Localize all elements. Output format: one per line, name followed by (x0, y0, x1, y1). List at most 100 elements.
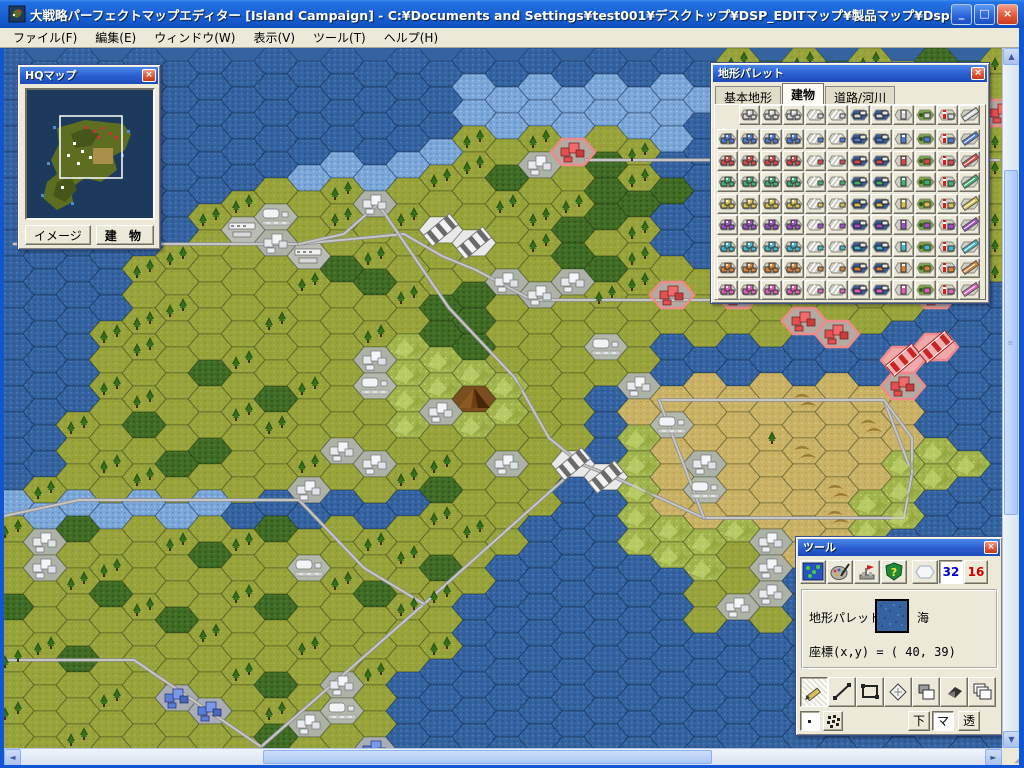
flag-castle-button[interactable] (854, 560, 880, 584)
palette-tile[interactable] (739, 237, 760, 257)
size-16-button[interactable]: 16 (964, 560, 988, 584)
palette-tile[interactable] (717, 129, 738, 149)
palette-tile[interactable] (783, 129, 804, 149)
palette-tile[interactable] (717, 215, 738, 235)
palette-tile[interactable] (937, 215, 958, 235)
palette-tile[interactable] (959, 258, 980, 278)
palette-tile[interactable] (849, 172, 870, 192)
hex-shape-button[interactable] (912, 560, 938, 584)
palette-tile[interactable] (849, 280, 870, 300)
palette-tile[interactable] (739, 258, 760, 278)
palette-close-icon[interactable]: × (971, 67, 985, 80)
fill-tool-button[interactable] (884, 677, 912, 707)
palette-tile[interactable] (959, 105, 980, 125)
palette-tile[interactable] (849, 194, 870, 214)
menu-item-0[interactable]: ファイル(F) (4, 27, 86, 48)
palette-tile[interactable] (871, 172, 892, 192)
palette-tile[interactable] (871, 194, 892, 214)
help-shield-button[interactable]: ? (881, 560, 907, 584)
palette-tile[interactable] (827, 280, 848, 300)
palette-tile[interactable] (827, 105, 848, 125)
palette-tile[interactable] (805, 129, 826, 149)
palette-tile[interactable] (739, 215, 760, 235)
palette-tile[interactable] (827, 258, 848, 278)
hq-close-icon[interactable]: × (142, 69, 156, 82)
palette-tile[interactable] (893, 151, 914, 171)
palette-tile[interactable] (805, 105, 826, 125)
palette-tile[interactable] (717, 194, 738, 214)
palette-tile[interactable] (871, 151, 892, 171)
palette-tile[interactable] (761, 215, 782, 235)
minimap[interactable] (25, 88, 155, 220)
palette-tile[interactable] (915, 129, 936, 149)
palette-tile[interactable] (783, 151, 804, 171)
size-32-button[interactable]: 32 (939, 560, 963, 584)
palette-tile[interactable] (959, 280, 980, 300)
palette-tile[interactable] (959, 215, 980, 235)
palette-tile[interactable] (849, 215, 870, 235)
palette-tile[interactable] (761, 151, 782, 171)
mode-lower-button[interactable]: 下 (908, 711, 930, 731)
palette-tile[interactable] (959, 151, 980, 171)
horizontal-scrollbar[interactable]: ◄ ► (4, 748, 1002, 765)
mode-ma-button[interactable]: マ (932, 711, 954, 731)
map-canvas[interactable]: HQマップ × (4, 48, 1002, 748)
palette-tile[interactable] (827, 237, 848, 257)
palette-tile[interactable] (849, 105, 870, 125)
palette-tile[interactable] (761, 258, 782, 278)
hq-buildings-button[interactable]: 建 物 (96, 225, 154, 245)
palette-tile[interactable] (959, 172, 980, 192)
close-button[interactable]: × (997, 4, 1018, 25)
palette-tile[interactable] (871, 105, 892, 125)
palette-tile[interactable] (871, 280, 892, 300)
menu-item-3[interactable]: 表示(V) (244, 27, 304, 48)
palette-tile[interactable] (915, 280, 936, 300)
palette-tile[interactable] (893, 280, 914, 300)
palette-tile[interactable] (739, 280, 760, 300)
menu-item-2[interactable]: ウィンドウ(W) (145, 27, 244, 48)
hq-image-button[interactable]: イメージ (25, 225, 91, 245)
palette-tool-button[interactable] (827, 560, 853, 584)
multi-dot-button[interactable] (823, 711, 843, 731)
palette-tile[interactable] (761, 237, 782, 257)
palette-tile[interactable] (849, 237, 870, 257)
vertical-scroll-thumb[interactable]: ≡ (1004, 170, 1018, 515)
palette-tab-0[interactable]: 基本地形 (715, 86, 781, 104)
layers-tool-button[interactable] (968, 677, 996, 707)
palette-tile[interactable] (761, 194, 782, 214)
scroll-up-button[interactable]: ▲ (1003, 48, 1020, 65)
scroll-left-button[interactable]: ◄ (4, 749, 21, 766)
palette-tile[interactable] (893, 194, 914, 214)
palette-tile[interactable] (827, 172, 848, 192)
palette-tile[interactable] (937, 151, 958, 171)
palette-tile[interactable] (915, 105, 936, 125)
palette-tile[interactable] (761, 105, 782, 125)
palette-tile[interactable] (827, 151, 848, 171)
palette-tile[interactable] (871, 258, 892, 278)
pencil-tool-button[interactable] (800, 677, 828, 707)
palette-tile[interactable] (871, 129, 892, 149)
palette-tile[interactable] (937, 194, 958, 214)
palette-tile[interactable] (849, 151, 870, 171)
copy-tool-button[interactable] (912, 677, 940, 707)
palette-tile[interactable] (739, 194, 760, 214)
menu-item-4[interactable]: ツール(T) (304, 27, 375, 48)
palette-tile[interactable] (761, 280, 782, 300)
palette-tile[interactable] (893, 258, 914, 278)
map-link-button[interactable] (800, 560, 826, 584)
palette-tile[interactable] (805, 280, 826, 300)
palette-tile[interactable] (805, 215, 826, 235)
palette-tile[interactable] (827, 129, 848, 149)
palette-tile[interactable] (915, 172, 936, 192)
palette-tile[interactable] (717, 151, 738, 171)
palette-tile[interactable] (959, 129, 980, 149)
palette-tile[interactable] (937, 105, 958, 125)
palette-window-titlebar[interactable]: 地形パレット × (713, 65, 987, 82)
palette-tile[interactable] (937, 258, 958, 278)
palette-tile[interactable] (783, 105, 804, 125)
palette-tile[interactable] (893, 237, 914, 257)
palette-tile[interactable] (937, 172, 958, 192)
palette-tile[interactable] (805, 237, 826, 257)
scroll-right-button[interactable]: ► (985, 749, 1002, 766)
palette-tile[interactable] (959, 194, 980, 214)
